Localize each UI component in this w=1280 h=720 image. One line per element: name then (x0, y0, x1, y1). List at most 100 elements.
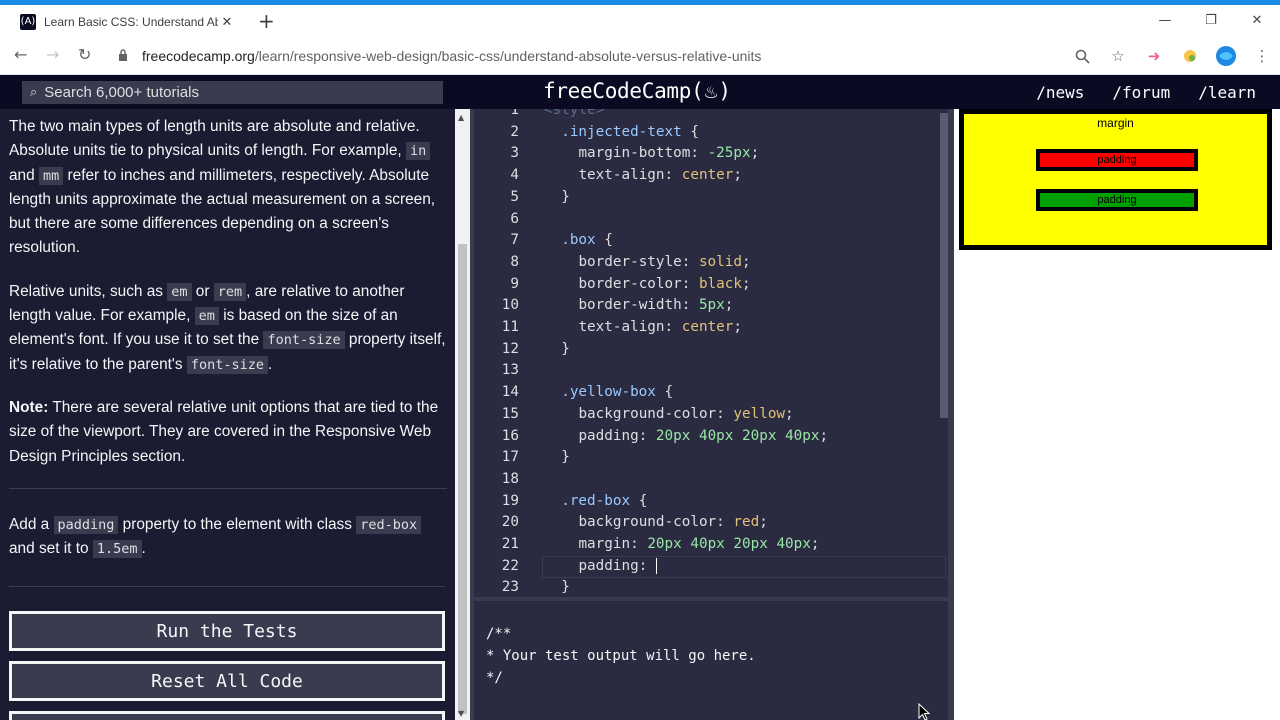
code-line[interactable]: 13 (474, 360, 948, 382)
zoom-icon[interactable] (1064, 49, 1100, 64)
code-line[interactable]: 19 .red-box { (474, 491, 948, 513)
preview-green-box: padding (1036, 189, 1198, 211)
preview-yellow-box: margin padding padding (959, 109, 1272, 250)
lesson-scrollbar[interactable]: ▲ ▼ (455, 109, 470, 720)
code-text: padding: 20px 40px 20px 40px; (578, 427, 829, 444)
restore-icon[interactable]: ❐ (1188, 5, 1234, 35)
nav-link-news[interactable]: /news (1036, 83, 1084, 102)
code-line[interactable]: 22 padding: (474, 555, 948, 578)
address-bar: ← → ↻ freecodecamp.org/learn/responsive-… (0, 37, 1280, 75)
code-line[interactable]: 16 padding: 20px 40px 20px 40px; (474, 426, 948, 448)
tab-title: Learn Basic CSS: Understand Ab (44, 14, 218, 29)
scrollbar-thumb[interactable] (458, 244, 467, 714)
new-tab-icon[interactable]: + (258, 9, 275, 33)
code-line[interactable]: 2 .injected-text { (474, 122, 948, 144)
code-text: } (544, 188, 570, 205)
extension-arrow-icon[interactable]: ➜ (1136, 47, 1172, 65)
text-cursor (655, 557, 657, 574)
code-editor[interactable]: 1 <style> 2 .injected-text {3 margin-botto… (474, 109, 948, 597)
line-number: 22 (501, 557, 519, 574)
browser-toolbar-icons: ☆ ➜ ⋮ (1064, 37, 1280, 75)
search-input[interactable]: ⌕ Search 6,000+ tutorials (22, 81, 443, 104)
code-text: margin-bottom: -25px; (578, 145, 760, 162)
lesson-description: The two main types of length units are a… (9, 115, 447, 580)
code-line[interactable]: 8 border-style: solid; (474, 252, 948, 274)
code-line[interactable]: 6 (474, 209, 948, 231)
line-number: 13 (501, 362, 519, 379)
line-number: 19 (501, 492, 519, 509)
nav-link-forum[interactable]: /forum (1112, 83, 1170, 102)
divider (9, 586, 445, 587)
preview-red-box: padding (1036, 149, 1198, 171)
code-line[interactable]: 3 margin-bottom: -25px; (474, 143, 948, 165)
fcc-logo[interactable]: freeCodeCamp(♨) (543, 79, 731, 103)
lesson-paragraph: The two main types of length units are a… (9, 118, 436, 257)
scroll-up-icon[interactable]: ▲ (458, 113, 464, 122)
code-line[interactable]: 15 background-color: yellow; (474, 404, 948, 426)
code-line[interactable]: 5 } (474, 187, 948, 209)
browser-tabbar: (A) Learn Basic CSS: Understand Ab ✕ + —… (0, 5, 1280, 37)
extension-puzzle-icon[interactable] (1172, 48, 1208, 64)
lesson-task: Add a padding property to the element wi… (9, 513, 447, 562)
tab-close-icon[interactable]: ✕ (218, 14, 236, 30)
lesson-panel: The two main types of length units are a… (0, 109, 455, 720)
line-number: 1 (510, 109, 519, 118)
reload-icon[interactable]: ↻ (78, 45, 91, 64)
line-number: 14 (501, 384, 519, 401)
browser-tab[interactable]: (A) Learn Basic CSS: Understand Ab ✕ (8, 6, 248, 37)
code-line[interactable]: 1 <style> (474, 109, 948, 122)
code-line[interactable]: 20 background-color: red; (474, 512, 948, 534)
line-number: 5 (510, 188, 519, 205)
search-icon: ⌕ (30, 85, 38, 100)
code-line[interactable]: 9 border-color: black; (474, 274, 948, 296)
code-text: } (544, 449, 570, 466)
search-placeholder: Search 6,000+ tutorials (44, 84, 199, 101)
code-line[interactable]: 11 text-align: center; (474, 317, 948, 339)
code-line[interactable]: 18 (474, 469, 948, 491)
line-number: 16 (501, 427, 519, 444)
test-output-panel: /** * Your test output will go here. */ (474, 601, 948, 720)
code-line[interactable]: 10 border-width: 5px; (474, 295, 948, 317)
run-tests-button[interactable]: Run the Tests (9, 611, 445, 651)
fcc-navbar: ⌕ Search 6,000+ tutorials freeCodeCamp(♨… (0, 75, 1280, 109)
code-text: .injected-text { (561, 123, 699, 140)
back-icon[interactable]: ← (14, 45, 27, 64)
nav-link-learn[interactable]: /learn (1198, 83, 1256, 102)
code-text: text-align: center; (578, 319, 742, 335)
window-close-icon[interactable]: ✕ (1234, 5, 1280, 35)
code-line[interactable]: 7 .box { (474, 230, 948, 252)
scroll-down-icon[interactable]: ▼ (458, 709, 464, 718)
line-number: 9 (510, 275, 519, 292)
code-line[interactable]: 17 } (474, 447, 948, 469)
profile-avatar-icon[interactable] (1208, 45, 1244, 67)
next-button-partial[interactable] (9, 711, 445, 720)
line-number: 11 (501, 319, 519, 335)
code-text: border-color: black; (578, 275, 751, 292)
line-number: 18 (501, 470, 519, 487)
code-text: border-width: 5px; (578, 297, 734, 314)
lesson-paragraph: Relative units, such as em or rem, are r… (9, 282, 446, 374)
browser-menu-icon[interactable]: ⋮ (1244, 47, 1280, 65)
divider (9, 487, 447, 489)
reset-code-button[interactable]: Reset All Code (9, 661, 445, 701)
line-number: 4 (510, 167, 519, 184)
test-output-text: /** * Your test output will go here. */ (486, 626, 756, 686)
preview-pane: margin padding padding (954, 109, 1280, 720)
url-field[interactable]: freecodecamp.org/learn/responsive-web-de… (142, 48, 761, 64)
code-line[interactable]: 14 .yellow-box { (474, 382, 948, 404)
line-number: 6 (510, 210, 519, 227)
editor-scrollbar[interactable] (940, 113, 948, 418)
line-number: 12 (501, 340, 519, 357)
code-line[interactable]: 23 } (474, 577, 948, 597)
lock-icon (119, 49, 127, 61)
fcc-favicon-icon: (A) (20, 13, 36, 30)
bookmark-star-icon[interactable]: ☆ (1100, 47, 1136, 65)
line-number: 21 (501, 536, 519, 552)
minimize-icon[interactable]: — (1142, 5, 1188, 35)
line-number: 8 (510, 253, 519, 270)
code-line[interactable]: 21 margin: 20px 40px 20px 40px; (474, 534, 948, 556)
forward-icon[interactable]: → (46, 45, 59, 64)
line-number: 15 (501, 405, 519, 422)
code-line[interactable]: 4 text-align: center; (474, 165, 948, 187)
code-line[interactable]: 12 } (474, 339, 948, 361)
